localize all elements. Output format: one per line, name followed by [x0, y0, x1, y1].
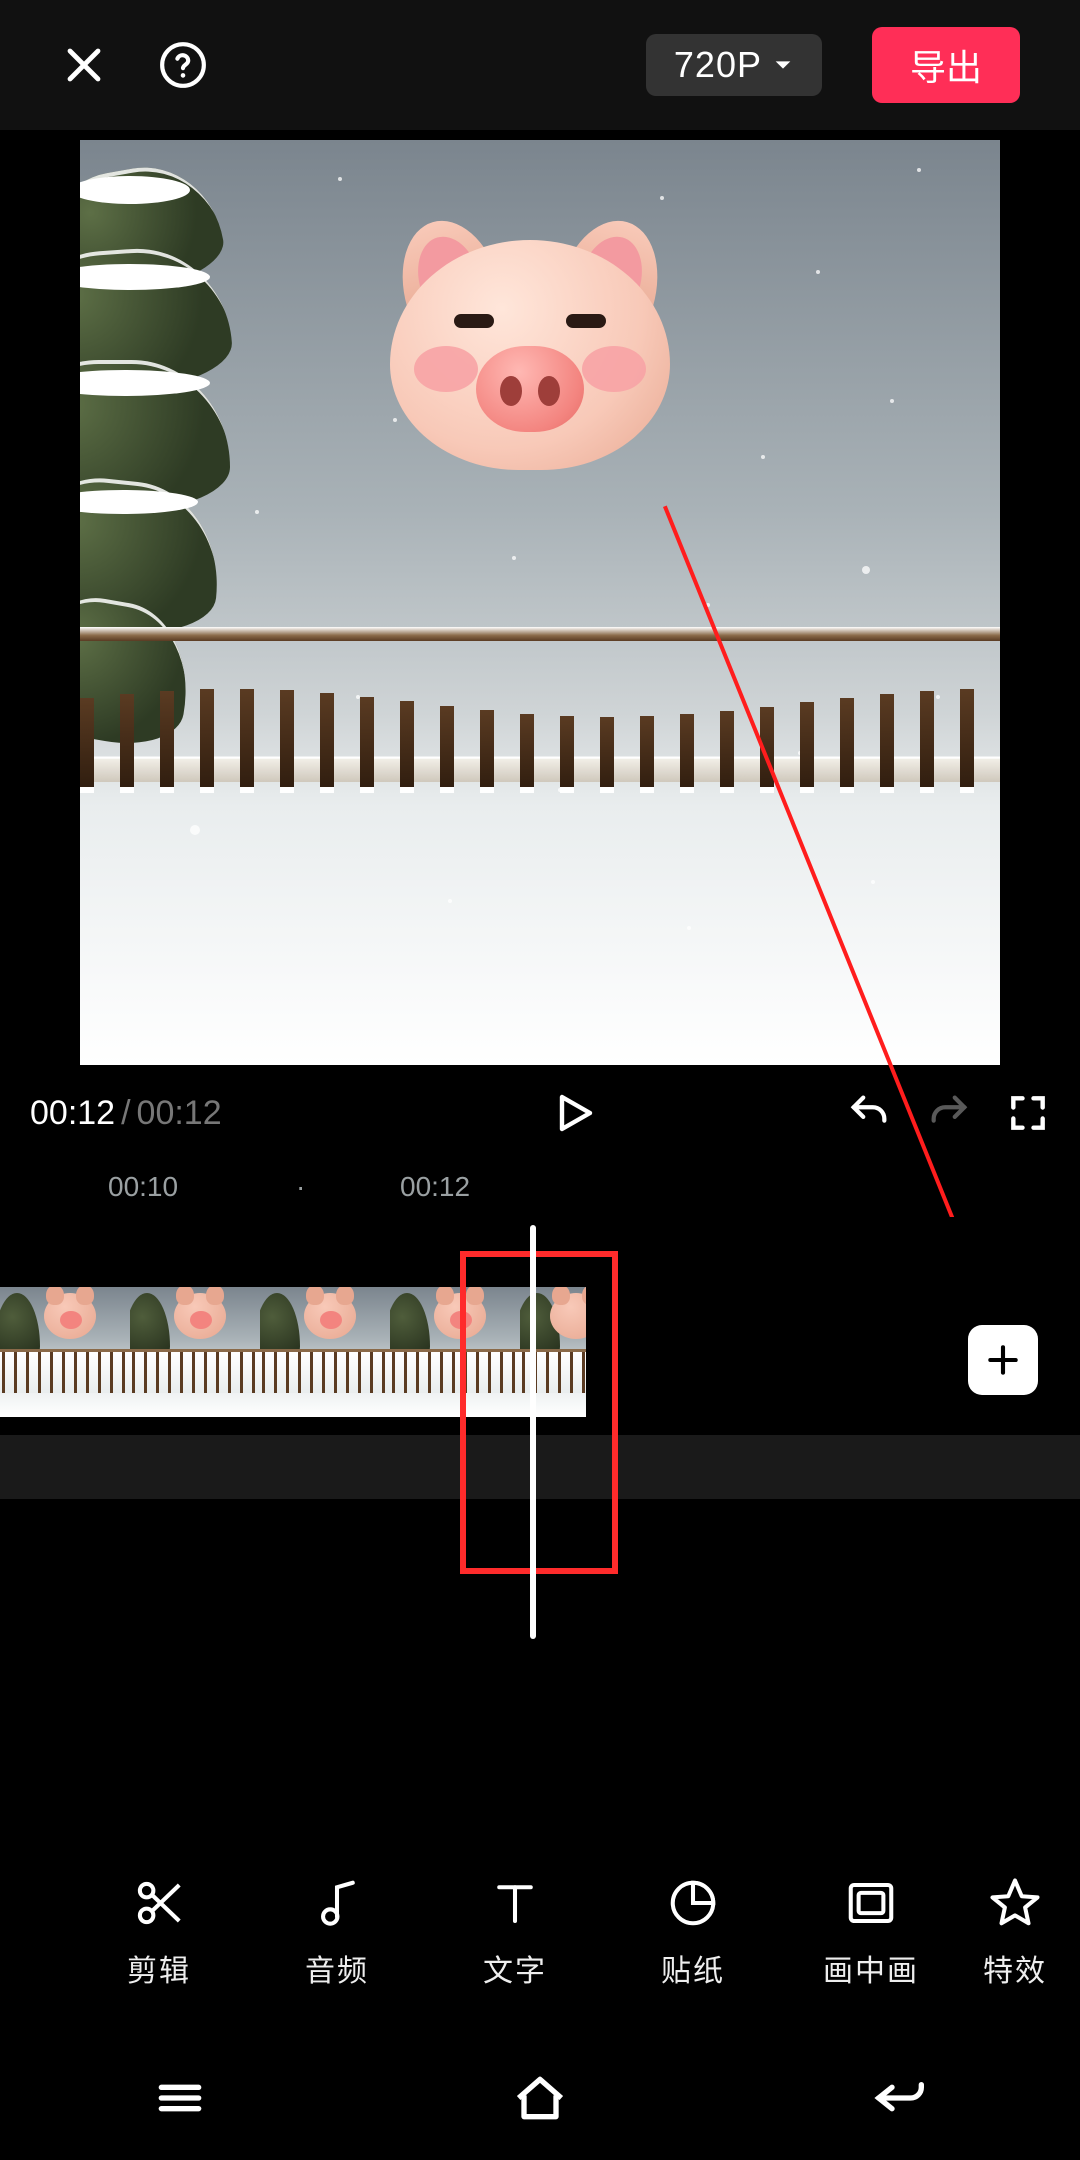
ruler-mark: · [296, 1171, 305, 1203]
playback-bar: 00:12 / 00:12 [0, 1069, 1080, 1157]
timeline-ruler[interactable]: 00:10 · 00:12 [0, 1157, 1080, 1217]
resolution-label: 720P [674, 44, 762, 86]
annotation-highlight [460, 1251, 618, 1574]
tool-label: 文字 [483, 1946, 547, 1990]
tool-label: 音频 [305, 1946, 369, 1990]
sticker-icon [666, 1876, 720, 1930]
ruler-mark: 00:10 [108, 1171, 178, 1203]
tool-label: 贴纸 [661, 1946, 725, 1990]
star-icon [988, 1876, 1042, 1930]
tool-pip[interactable]: 画中画 [782, 1876, 960, 1990]
timeline[interactable] [0, 1217, 1080, 1647]
fullscreen-button[interactable] [1006, 1091, 1050, 1135]
tool-edit[interactable]: 剪辑 [70, 1876, 248, 1990]
time-current: 00:12 [30, 1094, 115, 1133]
system-nav-bar [0, 2040, 1080, 2160]
tool-label: 特效 [983, 1946, 1047, 1990]
undo-button[interactable] [846, 1090, 892, 1136]
export-label: 导出 [910, 47, 982, 88]
add-clip-button[interactable] [968, 1325, 1038, 1395]
play-button[interactable] [550, 1089, 598, 1137]
tool-sticker[interactable]: 贴纸 [604, 1876, 782, 1990]
back-icon [868, 2066, 932, 2130]
nav-home-button[interactable] [508, 2066, 572, 2135]
menu-icon [148, 2066, 212, 2130]
redo-button[interactable] [926, 1090, 972, 1136]
music-note-icon [310, 1876, 364, 1930]
resolution-button[interactable]: 720P [646, 34, 822, 96]
chevron-down-icon [772, 54, 794, 76]
nav-menu-button[interactable] [148, 2066, 212, 2135]
clip-thumbnail[interactable] [0, 1287, 130, 1417]
text-icon [488, 1876, 542, 1930]
plus-icon [984, 1341, 1022, 1379]
tool-audio[interactable]: 音频 [248, 1876, 426, 1990]
ruler-mark: 00:12 [400, 1171, 470, 1203]
close-button[interactable] [60, 41, 108, 89]
pig-sticker [390, 220, 670, 470]
scissors-icon [132, 1876, 186, 1930]
timeline-playhead[interactable] [530, 1225, 536, 1639]
export-button[interactable]: 导出 [872, 27, 1020, 103]
time-separator: / [121, 1094, 130, 1133]
tool-label: 画中画 [823, 1946, 919, 1990]
tool-label: 剪辑 [127, 1946, 191, 1990]
nav-back-button[interactable] [868, 2066, 932, 2135]
help-button[interactable] [158, 40, 208, 90]
home-icon [508, 2066, 572, 2130]
edit-toolbar: 剪辑 音频 文字 贴纸 画中画 特效 [0, 1876, 1080, 1990]
clip-thumbnail[interactable] [130, 1287, 260, 1417]
pip-icon [844, 1876, 898, 1930]
clip-thumbnail[interactable] [260, 1287, 390, 1417]
tool-text[interactable]: 文字 [426, 1876, 604, 1990]
tool-effect[interactable]: 特效 [960, 1876, 1070, 1990]
time-duration: 00:12 [137, 1094, 222, 1133]
preview-platform: /*posts generated below via JS for brevi… [80, 625, 1000, 885]
video-preview[interactable]: /*posts generated below via JS for brevi… [80, 140, 1000, 1065]
